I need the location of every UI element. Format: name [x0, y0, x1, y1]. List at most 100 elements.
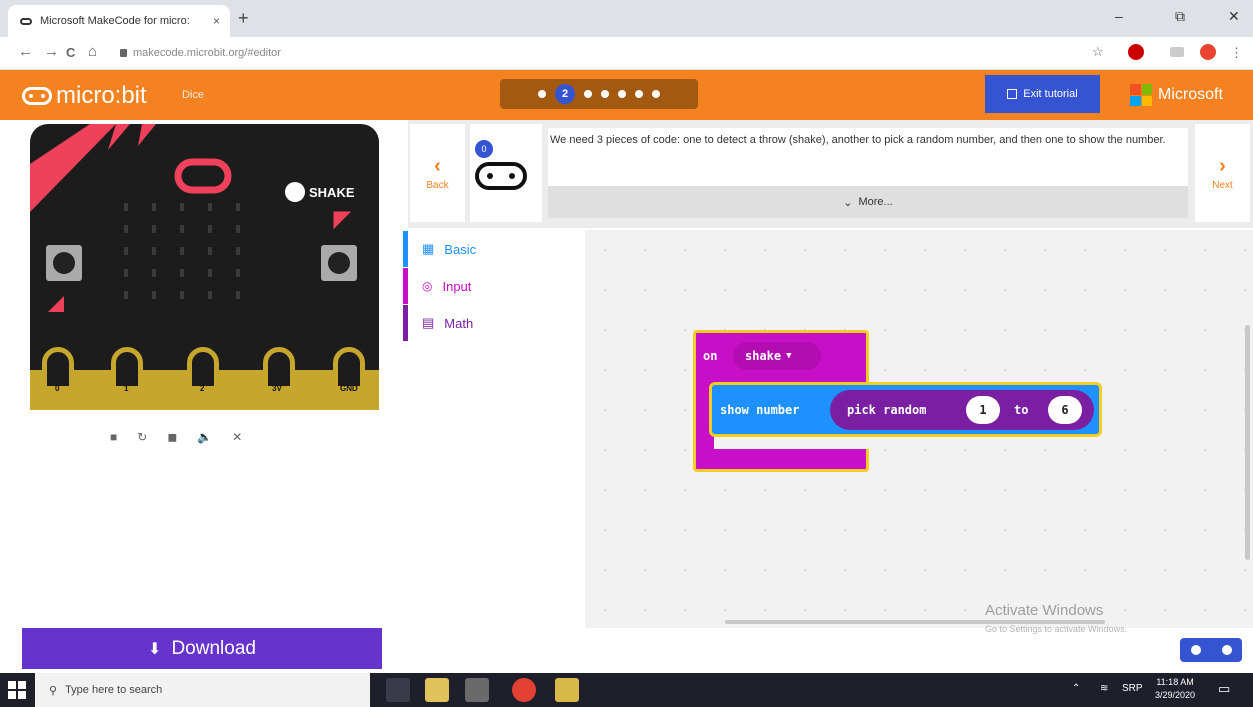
profile-avatar[interactable]	[1200, 44, 1216, 60]
home-button[interactable]: ⌂	[88, 43, 97, 60]
close-window-button[interactable]: ✕	[1228, 8, 1240, 25]
pin-label: 2	[200, 384, 205, 393]
toolbox-item-input[interactable]: ◎ Input	[403, 268, 585, 304]
logo-text: micro:bit	[56, 82, 147, 109]
url-field[interactable]: makecode.microbit.org/#editor	[120, 42, 281, 64]
grid-icon: ▦	[422, 241, 435, 256]
taskbar-search[interactable]: ⚲ Type here to search	[35, 673, 370, 707]
task-view-icon[interactable]	[386, 678, 410, 702]
external-link-icon	[1007, 89, 1018, 99]
exit-tutorial-button[interactable]: Exit tutorial	[985, 75, 1100, 113]
zoom-in-icon[interactable]	[1221, 645, 1232, 655]
led	[236, 203, 240, 211]
notifications-icon[interactable]: ▭	[1218, 681, 1230, 697]
hint-badge[interactable]: 0	[475, 140, 493, 158]
vertical-scrollbar[interactable]	[1245, 325, 1250, 560]
tutorial-back-button[interactable]: ‹ Back	[410, 124, 465, 222]
lock-icon	[120, 49, 127, 57]
search-icon: ⚲	[49, 684, 58, 697]
toolbox-item-math[interactable]: ▤ Math	[403, 305, 585, 341]
led	[236, 269, 240, 277]
chrome-icon[interactable]	[512, 678, 536, 702]
random-from-input[interactable]: 1	[966, 396, 1000, 424]
led	[124, 247, 128, 255]
toolbox-label: Input	[442, 278, 472, 294]
mute-icon[interactable]: 🔈	[197, 430, 212, 444]
led	[180, 269, 184, 277]
system-clock[interactable]: 11:18 AM 3/29/2020	[1155, 676, 1195, 702]
microsoft-logo[interactable]: Microsoft	[1130, 84, 1223, 106]
forward-nav-button[interactable]: →	[44, 43, 59, 60]
pin-label: 1	[124, 384, 129, 393]
fullscreen-icon[interactable]: ✕	[232, 430, 242, 444]
gesture-dropdown[interactable]: shake ▼	[733, 342, 821, 370]
zoom-out-icon[interactable]	[1190, 645, 1201, 655]
project-name[interactable]: Dice	[182, 89, 204, 101]
file-explorer-icon[interactable]	[555, 678, 579, 702]
more-button[interactable]: ⌄ More...	[548, 186, 1188, 218]
extension-icon[interactable]	[1170, 47, 1184, 57]
opera-extension-icon[interactable]	[1128, 44, 1144, 60]
step-dot[interactable]	[538, 90, 546, 98]
led	[208, 269, 212, 277]
step-dot[interactable]	[584, 90, 592, 98]
activate-windows-subtitle: Go to Settings to activate Windows.	[985, 624, 1128, 634]
zoom-controls	[1180, 638, 1242, 662]
windows-start-icon[interactable]	[8, 681, 26, 699]
shake-button[interactable]: SHAKE	[285, 182, 355, 202]
stop-icon[interactable]: ■	[110, 430, 117, 444]
reload-button[interactable]: C	[66, 45, 75, 60]
pin-label: 3V	[272, 384, 282, 393]
toolbox-label: Basic	[444, 241, 477, 257]
new-tab-button[interactable]: +	[238, 8, 249, 29]
led	[208, 225, 212, 233]
event-label: on	[703, 349, 718, 363]
led	[208, 247, 212, 255]
maximize-button[interactable]: ⧉	[1175, 8, 1185, 25]
microsoft-grid-icon	[1130, 84, 1152, 106]
button-b[interactable]	[321, 245, 357, 281]
microbit-logo[interactable]: micro:bit	[22, 82, 147, 110]
step-dot-current[interactable]: 2	[555, 84, 575, 104]
app-icon[interactable]	[465, 678, 489, 702]
url-text: makecode.microbit.org/#editor	[133, 47, 281, 59]
led	[180, 225, 184, 233]
browser-menu-icon[interactable]: ⋮	[1230, 45, 1243, 61]
exit-tutorial-label: Exit tutorial	[1023, 88, 1078, 100]
chevron-right-icon: ›	[1219, 155, 1226, 177]
led	[180, 247, 184, 255]
to-label: to	[1014, 403, 1029, 417]
random-to-input[interactable]: 6	[1048, 396, 1082, 424]
step-dot[interactable]	[618, 90, 626, 98]
led	[124, 225, 128, 233]
back-label: Back	[426, 180, 449, 191]
restart-icon[interactable]: ↻	[137, 430, 147, 444]
tray-chevron-icon[interactable]: ⌃	[1072, 683, 1080, 694]
download-button[interactable]: ⬇ Download	[22, 628, 382, 669]
step-dot[interactable]	[601, 90, 609, 98]
toolbox-label: Math	[444, 315, 474, 331]
led	[180, 291, 184, 299]
tutorial-step-indicator: 2	[500, 79, 698, 109]
tab-close-icon[interactable]: ×	[213, 14, 220, 28]
clock-date: 3/29/2020	[1155, 690, 1196, 700]
caret-down-icon: ▼	[786, 351, 792, 361]
led	[236, 291, 240, 299]
step-dot[interactable]	[635, 90, 643, 98]
tutorial-next-button[interactable]: › Next	[1195, 124, 1250, 222]
store-icon[interactable]	[425, 678, 449, 702]
browser-tab[interactable]: Microsoft MakeCode for micro: ×	[8, 5, 230, 37]
shake-label: SHAKE	[309, 184, 355, 200]
microbit-favicon-icon	[20, 17, 32, 25]
step-dot[interactable]	[652, 90, 660, 98]
back-nav-button[interactable]: ←	[18, 43, 33, 60]
button-a[interactable]	[46, 245, 82, 281]
slowmo-icon[interactable]: ◼	[167, 430, 177, 444]
microbit-logo-icon	[22, 87, 52, 105]
toolbox-item-basic[interactable]: ▦ Basic	[403, 231, 585, 267]
bookmark-star-icon[interactable]: ☆	[1092, 44, 1104, 60]
input-language[interactable]: SRP	[1122, 683, 1143, 694]
minimize-button[interactable]: –	[1115, 8, 1123, 24]
workspace-footer	[385, 628, 1253, 673]
tray-network-icon[interactable]: ≋	[1100, 683, 1108, 694]
